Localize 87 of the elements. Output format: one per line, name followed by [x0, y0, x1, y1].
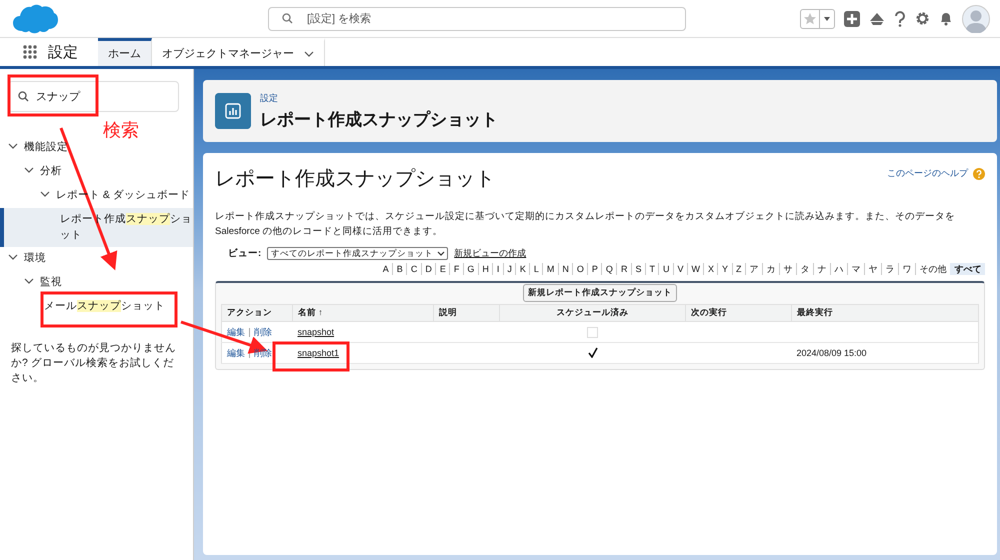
- nav-tab[interactable]: ホーム: [98, 38, 152, 66]
- letter-filter-link[interactable]: C: [406, 263, 421, 275]
- app-launcher-icon[interactable]: [22, 44, 38, 60]
- tree-item[interactable]: レポート作成スナップショット: [0, 208, 193, 247]
- nav-tab[interactable]: オブジェクトマネージャー: [152, 38, 325, 66]
- page-title: レポート作成スナップショット: [260, 108, 498, 130]
- letter-filter-link[interactable]: ナ: [813, 263, 830, 275]
- tree-item[interactable]: メールスナップショット: [0, 295, 193, 319]
- chevron-down-icon[interactable]: [8, 143, 18, 150]
- search-icon: [18, 91, 29, 102]
- letter-filter-link[interactable]: O: [572, 263, 588, 275]
- letter-filter-link[interactable]: S: [630, 263, 645, 275]
- chevron-down-icon[interactable]: [304, 50, 314, 56]
- column-header[interactable]: 名前 ↑: [292, 304, 434, 322]
- table-cell: 2024/08/09 15:00: [796, 348, 867, 358]
- letter-filter-link[interactable]: R: [616, 263, 631, 275]
- view-label: ビュー:: [228, 247, 262, 260]
- letter-filter-link[interactable]: ヤ: [864, 263, 881, 275]
- hint-text: 探しているものが見つかりませんか? グローバル検索をお試しください。: [11, 341, 177, 386]
- letter-filter-link[interactable]: K: [515, 263, 530, 275]
- column-header[interactable]: スケジュール済み: [500, 304, 686, 322]
- search-field[interactable]: スナップ: [8, 81, 179, 112]
- description-text: レポート作成スナップショットでは、スケジュール設定に基づいて定期的にカスタムレポートのデータをカスタムオブジェクトに読み込みます。また、そのデータを Salesforce の他のレコードと同様に活用できます。: [215, 210, 956, 239]
- app-name: 設定: [48, 42, 79, 62]
- annotation-label: 検索: [103, 119, 139, 142]
- letter-filter-link[interactable]: F: [449, 263, 463, 275]
- letter-filter-link[interactable]: E: [435, 263, 450, 275]
- column-header[interactable]: アクション: [222, 304, 292, 322]
- column-header[interactable]: 最終実行: [792, 304, 978, 322]
- report-icon: [215, 93, 251, 129]
- letter-filter-link[interactable]: G: [462, 263, 478, 275]
- tree-item[interactable]: 環境: [0, 247, 193, 271]
- chevron-down-icon[interactable]: [24, 278, 34, 285]
- view-dropdown[interactable]: すべてのレポート作成スナップショット: [267, 247, 448, 260]
- letter-filter-link[interactable]: Q: [601, 263, 616, 275]
- letter-filter-link[interactable]: X: [703, 263, 718, 275]
- letter-filter-link[interactable]: カ: [762, 263, 779, 275]
- chevron-down-icon[interactable]: [24, 167, 34, 174]
- letter-filter-link[interactable]: サ: [779, 263, 796, 275]
- letter-filter-link[interactable]: A: [379, 263, 392, 275]
- add-icon[interactable]: [844, 10, 860, 26]
- letter-filter-link[interactable]: Y: [717, 263, 732, 275]
- letter-filter-link[interactable]: B: [392, 263, 406, 275]
- letter-filter-link[interactable]: ハ: [830, 263, 847, 275]
- help-icon[interactable]: [894, 10, 906, 26]
- snapshot-name-link[interactable]: snapshot: [298, 327, 334, 337]
- letter-filter-link[interactable]: タ: [796, 263, 813, 275]
- action-link[interactable]: 編集: [227, 326, 245, 336]
- new-snapshot-button[interactable]: 新規レポート作成スナップショット: [523, 284, 677, 302]
- letter-filter-link[interactable]: T: [644, 263, 658, 275]
- tree-item[interactable]: レポート & ダッシュボード: [0, 184, 193, 208]
- letter-filter-link[interactable]: ラ: [881, 263, 898, 275]
- search-field[interactable]: [設定] を検索: [268, 6, 686, 30]
- column-header[interactable]: 説明: [434, 304, 500, 322]
- breadcrumb-link[interactable]: 設定: [260, 92, 498, 104]
- letter-filter-link[interactable]: すべて: [950, 263, 985, 275]
- letter-filter-link[interactable]: J: [502, 263, 516, 275]
- section-title: レポート作成スナップショット: [215, 167, 495, 192]
- action-link[interactable]: 編集: [227, 348, 245, 358]
- notification-icon[interactable]: [939, 11, 953, 26]
- letter-filter-link[interactable]: P: [587, 263, 602, 275]
- settings-icon[interactable]: [915, 11, 930, 26]
- letter-filter-link[interactable]: D: [420, 263, 436, 275]
- search-icon: [282, 12, 293, 24]
- letter-filter-link[interactable]: ア: [745, 263, 762, 275]
- letter-filter-link[interactable]: N: [558, 263, 572, 275]
- column-header[interactable]: 次の実行: [686, 304, 792, 322]
- letter-filter-link[interactable]: ワ: [898, 263, 915, 275]
- letter-filter-link[interactable]: U: [658, 263, 673, 275]
- letter-filter-link[interactable]: Z: [732, 263, 745, 275]
- letter-filter-link[interactable]: H: [478, 263, 492, 275]
- help-link[interactable]: このページのヘルプ: [887, 167, 968, 180]
- chevron-down-icon[interactable]: [8, 254, 18, 261]
- snapshot-name-link[interactable]: snapshot1: [298, 348, 340, 358]
- chevron-down-icon[interactable]: [40, 191, 50, 198]
- letter-filter-link[interactable]: マ: [847, 263, 864, 275]
- letter-filter-link[interactable]: I: [492, 263, 503, 275]
- letter-filter-link[interactable]: W: [686, 263, 704, 275]
- letter-filter-link[interactable]: V: [672, 263, 687, 275]
- letter-filter-link[interactable]: L: [529, 263, 542, 275]
- cloud-logo[interactable]: [12, 2, 58, 34]
- tree-item[interactable]: 分析: [0, 160, 193, 184]
- new-view-link[interactable]: 新規ビューの作成: [454, 247, 526, 260]
- caret-icon[interactable]: [437, 251, 446, 256]
- letter-filter-link[interactable]: M: [542, 263, 558, 275]
- tree-item[interactable]: 監視: [0, 271, 193, 295]
- action-link[interactable]: 削除: [254, 326, 272, 336]
